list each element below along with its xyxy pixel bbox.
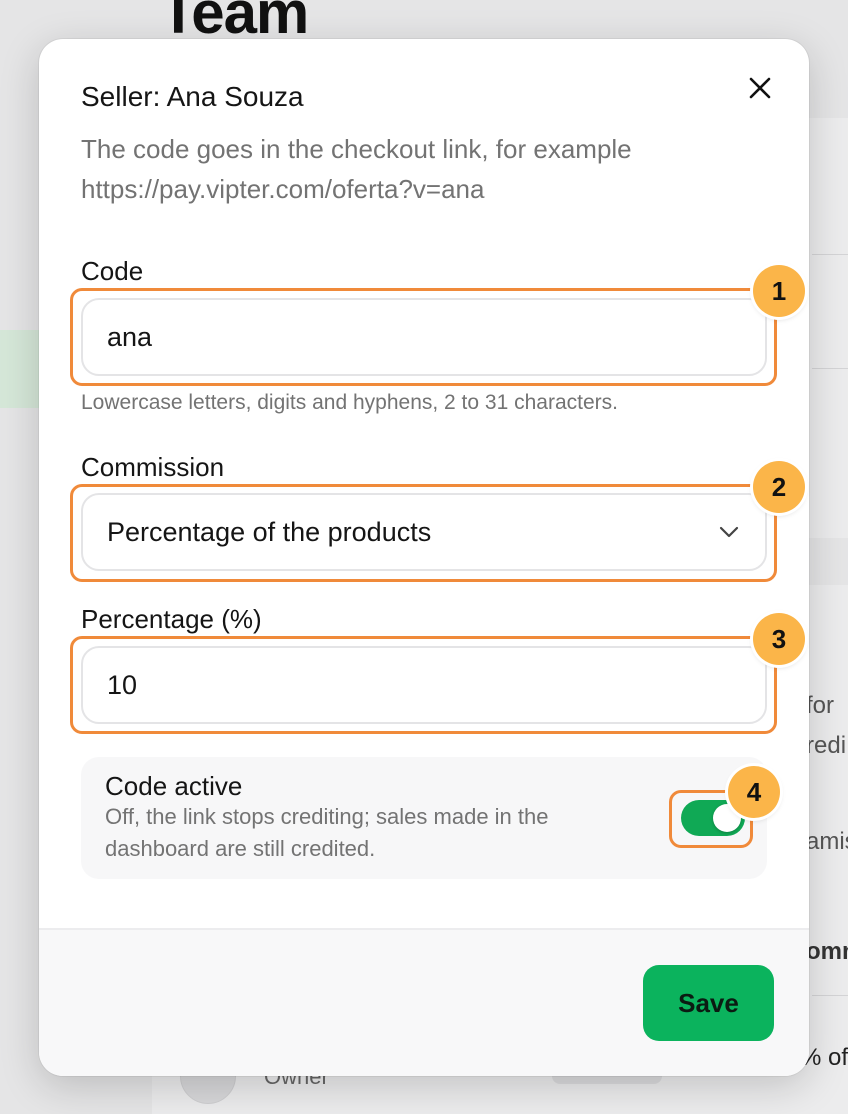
background-text: amis bbox=[806, 828, 848, 855]
background-text: redi bbox=[806, 732, 847, 759]
code-hint: Lowercase letters, digits and hyphens, 2… bbox=[81, 391, 618, 414]
annotation-badge: 1 bbox=[753, 265, 805, 317]
code-active-title: Code active bbox=[105, 771, 243, 801]
background-divider bbox=[812, 368, 848, 369]
background-text: omm bbox=[806, 938, 848, 965]
seller-code-dialog: Seller: Ana Souza The code goes in the c… bbox=[39, 39, 809, 1076]
commission-selected-value: Percentage of the products bbox=[107, 516, 432, 547]
background-text: for bbox=[806, 692, 835, 719]
checkout-link-example: https://pay.vipter.com/oferta?v=ana bbox=[81, 174, 485, 204]
dialog-description-text: The code goes in the checkout link, for … bbox=[81, 134, 632, 164]
dialog-title: Seller: Ana Souza bbox=[81, 81, 304, 112]
code-input-value: ana bbox=[107, 321, 153, 352]
annotation-badge: 3 bbox=[753, 613, 805, 665]
percentage-label: Percentage (%) bbox=[81, 604, 262, 634]
background-divider bbox=[812, 254, 848, 255]
annotation-badge: 2 bbox=[753, 461, 805, 513]
chevron-down-icon bbox=[719, 526, 739, 538]
commission-label: Commission bbox=[81, 452, 225, 482]
code-label: Code bbox=[81, 256, 144, 286]
dialog-footer: Save bbox=[39, 928, 809, 1076]
commission-select[interactable]: Percentage of the products bbox=[81, 493, 767, 571]
background-highlight bbox=[0, 330, 40, 408]
dialog-description: The code goes in the checkout link, for … bbox=[81, 129, 761, 209]
code-active-card: Code active Off, the link stops creditin… bbox=[81, 757, 767, 879]
save-button[interactable]: Save bbox=[643, 965, 774, 1041]
code-input[interactable]: ana bbox=[81, 298, 767, 376]
close-button[interactable] bbox=[745, 73, 775, 103]
code-active-description: Off, the link stops crediting; sales mad… bbox=[105, 804, 549, 861]
annotation-badge: 4 bbox=[728, 766, 780, 818]
background-divider bbox=[812, 995, 848, 996]
percentage-input-value: 10 bbox=[107, 669, 138, 700]
percentage-input[interactable]: 10 bbox=[81, 646, 767, 724]
close-icon bbox=[749, 77, 771, 99]
